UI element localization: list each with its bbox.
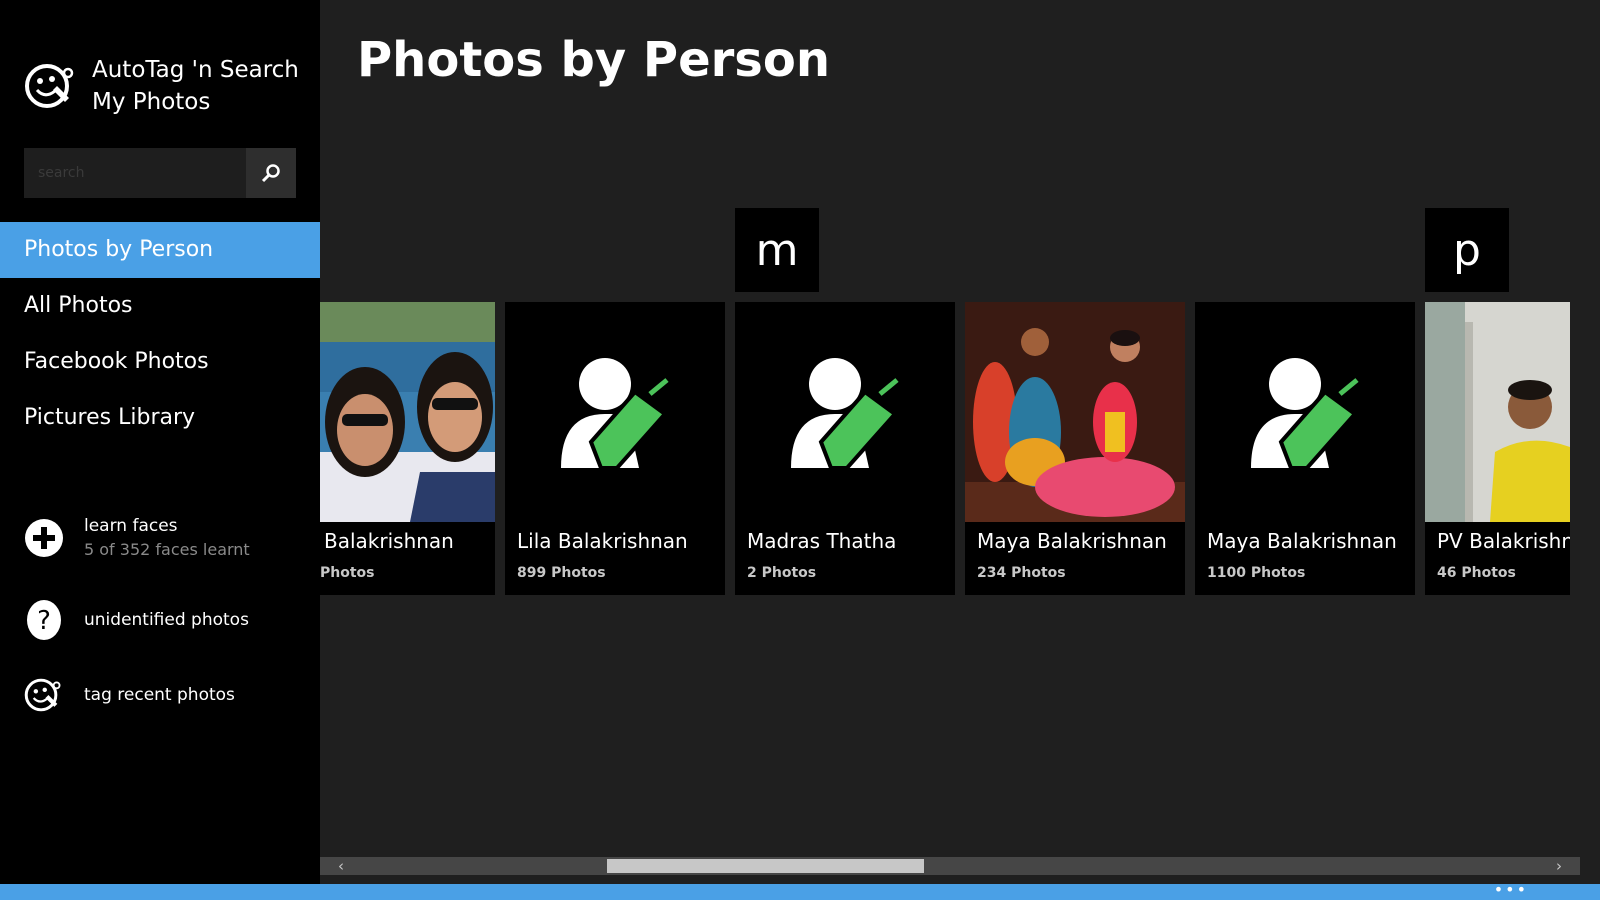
person-photo-count: 2 Photos xyxy=(747,565,817,581)
nav-item-photos-by-person[interactable]: Photos by Person xyxy=(0,222,320,278)
person-tag-icon xyxy=(561,358,669,470)
app-title: AutoTag 'n Search My Photos xyxy=(92,54,299,118)
search-icon xyxy=(261,164,280,183)
sidebar: AutoTag 'n Search My Photos Photos by Pe… xyxy=(0,0,320,884)
scrollbar-thumb[interactable] xyxy=(607,859,924,873)
person-tile[interactable]: Maya Balakrishnan 1100 Photos xyxy=(1195,302,1415,595)
person-name: Madras Thatha xyxy=(747,529,897,553)
person-placeholder xyxy=(735,302,955,522)
person-placeholder xyxy=(1195,302,1415,522)
person-photo-count: 1100 Photos xyxy=(1207,565,1306,581)
app-title-line1: AutoTag 'n Search xyxy=(92,57,299,83)
tag-recent-photos-label: tag recent photos xyxy=(84,685,235,705)
person-photo xyxy=(320,302,495,522)
nav-item-all-photos[interactable]: All Photos xyxy=(0,278,320,334)
person-photo-count: 899 Photos xyxy=(517,565,606,581)
main-content: Photos by Person m p Balakrishnan Photos xyxy=(320,0,1600,884)
person-tile[interactable]: Lila Balakrishnan 899 Photos xyxy=(505,302,725,595)
person-photo xyxy=(965,302,1185,522)
group-letter-p[interactable]: p xyxy=(1425,208,1509,292)
person-photo-count: 46 Photos xyxy=(1437,565,1516,581)
plus-circle-icon xyxy=(25,518,63,557)
nav-menu: Photos by Person All Photos Facebook Pho… xyxy=(0,222,320,446)
person-photo xyxy=(1425,302,1570,522)
page-title: Photos by Person xyxy=(357,32,831,88)
unidentified-photos-button[interactable]: ? unidentified photos xyxy=(24,600,249,640)
person-tile[interactable]: Maya Balakrishnan 234 Photos xyxy=(965,302,1185,595)
horizontal-scrollbar[interactable]: ‹ › xyxy=(320,857,1580,875)
learn-faces-status: 5 of 352 faces learnt xyxy=(84,540,250,559)
person-name: Maya Balakrishnan xyxy=(1207,529,1397,553)
person-placeholder xyxy=(505,302,725,522)
app-title-line2: My Photos xyxy=(92,89,211,115)
search-box xyxy=(24,148,296,198)
person-name: Lila Balakrishnan xyxy=(517,529,688,553)
person-tag-icon xyxy=(791,358,899,470)
app-header: AutoTag 'n Search My Photos xyxy=(24,54,299,118)
person-photo-count: Photos xyxy=(320,565,375,581)
person-name: Balakrishnan xyxy=(324,529,454,553)
tag-recent-photos-button[interactable]: tag recent photos xyxy=(24,675,235,715)
nav-item-facebook-photos[interactable]: Facebook Photos xyxy=(0,334,320,390)
person-tile[interactable]: PV Balakrishna 46 Photos xyxy=(1425,302,1570,595)
svg-text:?: ? xyxy=(37,606,51,636)
person-tile[interactable]: Balakrishnan Photos xyxy=(320,302,495,595)
learn-faces-button[interactable]: learn faces 5 of 352 faces learnt xyxy=(24,516,250,559)
scroll-right-icon[interactable]: › xyxy=(1548,857,1570,875)
person-tile[interactable]: Madras Thatha 2 Photos xyxy=(735,302,955,595)
person-name: PV Balakrishna xyxy=(1437,529,1570,553)
app-logo-icon xyxy=(25,64,74,108)
group-letter-m[interactable]: m xyxy=(735,208,819,292)
person-name: Maya Balakrishnan xyxy=(977,529,1167,553)
learn-faces-label: learn faces xyxy=(84,516,178,536)
unidentified-photos-label: unidentified photos xyxy=(84,610,249,630)
tag-face-icon xyxy=(24,678,61,712)
person-tag-icon xyxy=(1251,358,1359,470)
person-photo-count: 234 Photos xyxy=(977,565,1066,581)
nav-item-pictures-library[interactable]: Pictures Library xyxy=(0,390,320,446)
search-button[interactable] xyxy=(246,148,296,198)
question-face-icon: ? xyxy=(27,600,61,640)
app-bar[interactable]: ••• xyxy=(0,880,1600,900)
more-options-icon[interactable]: ••• xyxy=(1494,880,1528,899)
search-input[interactable] xyxy=(24,148,246,198)
scroll-left-icon[interactable]: ‹ xyxy=(330,857,352,875)
